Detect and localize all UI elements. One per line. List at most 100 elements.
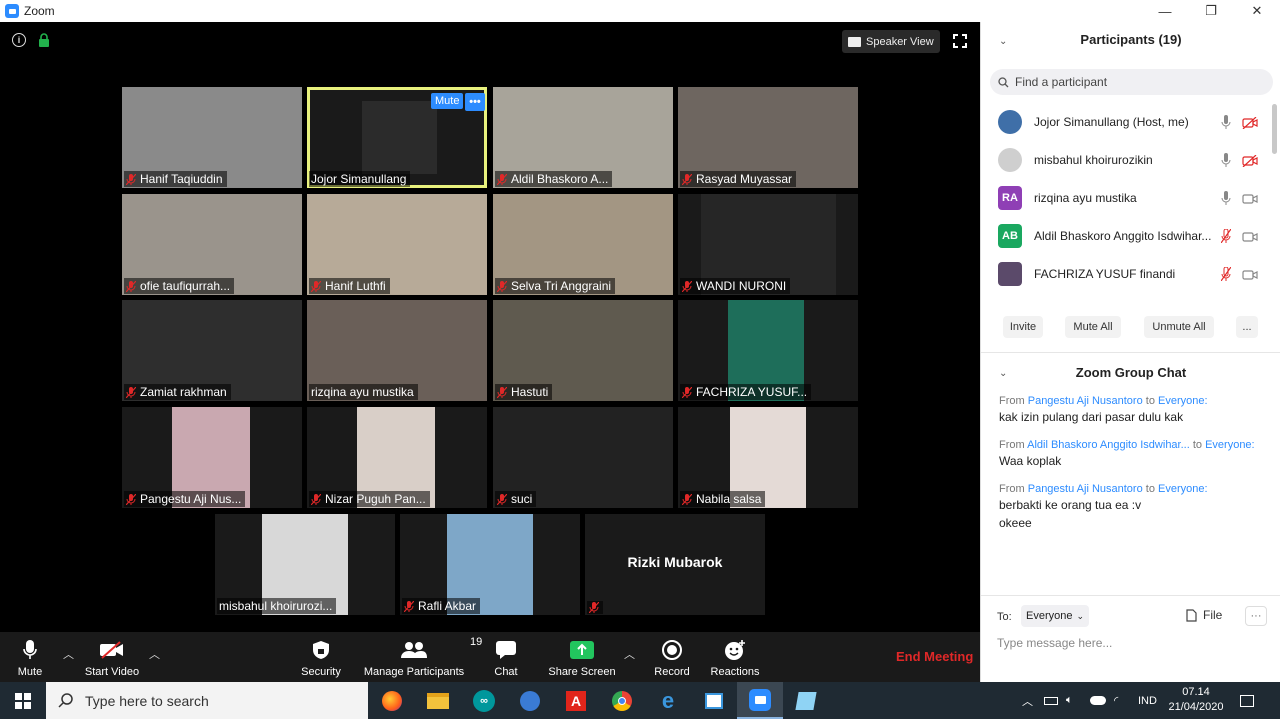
onedrive-cloud-icon[interactable] bbox=[1090, 682, 1106, 719]
minimize-button[interactable]: — bbox=[1142, 0, 1188, 22]
video-tile[interactable]: Nizar Puguh Pan... bbox=[307, 407, 487, 508]
microphone-muted-icon[interactable] bbox=[1220, 228, 1232, 244]
camera-icon[interactable] bbox=[1242, 230, 1258, 242]
participant-search-input[interactable]: Find a participant bbox=[990, 69, 1273, 95]
show-hidden-icons-chevron-icon[interactable]: ︿ bbox=[1022, 682, 1033, 719]
participant-row[interactable]: misbahul khoirurozikin bbox=[981, 141, 1271, 179]
video-tile[interactable]: Pangestu Aji Nus... bbox=[122, 407, 302, 508]
store-taskbar-icon[interactable] bbox=[691, 682, 737, 719]
chat-more-button[interactable]: ··· bbox=[1245, 606, 1267, 626]
video-tile[interactable]: Nabila salsa bbox=[678, 407, 858, 508]
chat-sender[interactable]: Pangestu Aji Nusantoro bbox=[1028, 483, 1146, 495]
video-tile[interactable]: Hanif Taqiuddin bbox=[122, 87, 302, 188]
tile-more-button[interactable]: ••• bbox=[465, 93, 485, 111]
manage-participants-button[interactable]: 19 Manage Participants bbox=[362, 632, 482, 682]
participants-more-button[interactable]: ... bbox=[1236, 316, 1258, 338]
camera-off-icon[interactable] bbox=[1242, 116, 1258, 130]
chat-meta-text: From bbox=[999, 439, 1028, 451]
video-tile[interactable]: Hanif Luthfi bbox=[307, 194, 487, 295]
reactions-button[interactable]: Reactions bbox=[708, 632, 762, 682]
photos-taskbar-icon[interactable] bbox=[783, 682, 829, 719]
microphone-icon[interactable] bbox=[1221, 191, 1231, 205]
video-tile[interactable]: suci bbox=[493, 407, 673, 508]
video-tile[interactable]: Rizki Mubarok bbox=[585, 514, 765, 615]
camera-icon[interactable] bbox=[1242, 268, 1258, 280]
file-button[interactable]: File bbox=[1186, 608, 1222, 622]
microphone-icon[interactable] bbox=[1221, 153, 1231, 167]
share-options-chevron-icon[interactable]: ︿ bbox=[624, 646, 635, 662]
video-tile[interactable]: Zamiat rakhman bbox=[122, 300, 302, 401]
firefox-taskbar-icon[interactable] bbox=[369, 682, 415, 719]
camera-icon[interactable] bbox=[1242, 192, 1258, 204]
acrobat-taskbar-icon[interactable]: A bbox=[553, 682, 599, 719]
end-meeting-button[interactable]: End Meeting bbox=[896, 649, 973, 664]
participant-list-scrollbar[interactable] bbox=[1272, 104, 1277, 154]
language-indicator[interactable]: IND bbox=[1138, 682, 1157, 719]
muted-mic-icon bbox=[682, 280, 692, 292]
meeting-info-icon[interactable]: i bbox=[12, 33, 26, 47]
taskbar-search-input[interactable]: Type here to search bbox=[46, 682, 368, 719]
edge-taskbar-icon[interactable]: e bbox=[645, 682, 691, 719]
close-button[interactable]: ✕ bbox=[1234, 0, 1280, 22]
chat-sender[interactable]: Pangestu Aji Nusantoro bbox=[1028, 395, 1146, 407]
file-icon bbox=[1186, 608, 1197, 622]
taskbar-clock[interactable]: 07.14 21/04/2020 bbox=[1166, 685, 1226, 715]
participant-row[interactable]: FACHRIZA YUSUF finandi bbox=[981, 255, 1271, 293]
chat-meta-text: From bbox=[999, 395, 1028, 407]
participant-name-label: Rafli Akbar bbox=[402, 598, 481, 614]
file-explorer-taskbar-icon[interactable] bbox=[415, 682, 461, 719]
participant-row[interactable]: AB Aldil Bhaskoro Anggito Isdwihar... bbox=[981, 217, 1271, 255]
share-screen-button[interactable]: Share Screen bbox=[548, 632, 616, 682]
chat-recipient[interactable]: Everyone: bbox=[1158, 395, 1208, 407]
video-options-chevron-icon[interactable]: ︿ bbox=[149, 646, 160, 662]
participant-name-label: FACHRIZA YUSUF... bbox=[680, 384, 812, 400]
video-tile[interactable]: Rafli Akbar bbox=[400, 514, 580, 615]
video-tile[interactable]: Jojor Simanullang Mute ••• bbox=[307, 87, 487, 188]
tile-mute-button[interactable]: Mute bbox=[431, 93, 464, 109]
video-tile[interactable]: Hastuti bbox=[493, 300, 673, 401]
participant-name-label: ofie taufiqurrah... bbox=[124, 278, 235, 294]
phone-app-taskbar-icon[interactable] bbox=[507, 682, 553, 719]
chat-message-input[interactable]: Type message here... bbox=[997, 636, 1112, 650]
participant-row[interactable]: Jojor Simanullang (Host, me) bbox=[981, 103, 1271, 141]
unmute-all-button[interactable]: Unmute All bbox=[1144, 316, 1214, 338]
video-tile[interactable]: Selva Tri Anggraini bbox=[493, 194, 673, 295]
chat-button[interactable]: Chat bbox=[488, 632, 524, 682]
start-button[interactable] bbox=[0, 682, 46, 719]
mute-all-button[interactable]: Mute All bbox=[1065, 316, 1121, 338]
wifi-icon[interactable]: ◜ bbox=[1114, 682, 1118, 719]
restore-button[interactable]: ❐ bbox=[1188, 0, 1234, 22]
camera-off-icon[interactable] bbox=[1242, 154, 1258, 168]
microphone-muted-icon[interactable] bbox=[1220, 266, 1232, 282]
volume-icon[interactable]: 🔈︎ bbox=[1066, 682, 1073, 719]
chat-recipient[interactable]: Everyone: bbox=[1158, 483, 1208, 495]
audio-options-chevron-icon[interactable]: ︿ bbox=[63, 646, 74, 662]
speaker-view-button[interactable]: Speaker View bbox=[842, 30, 940, 53]
start-video-button[interactable]: Start Video bbox=[80, 632, 144, 682]
chrome-taskbar-icon[interactable] bbox=[599, 682, 645, 719]
record-button[interactable]: Record bbox=[652, 632, 692, 682]
video-tile[interactable]: Rasyad Muyassar bbox=[678, 87, 858, 188]
mute-button[interactable]: Mute bbox=[12, 632, 48, 682]
encryption-lock-icon[interactable] bbox=[38, 33, 50, 47]
fullscreen-icon[interactable] bbox=[953, 34, 967, 48]
zoom-taskbar-icon[interactable] bbox=[737, 682, 783, 719]
invite-button[interactable]: Invite bbox=[1003, 316, 1043, 338]
recipient-select[interactable]: Everyone ⌄ bbox=[1021, 605, 1089, 627]
video-tile[interactable]: misbahul khoirurozi... bbox=[215, 514, 395, 615]
chat-recipient[interactable]: Everyone: bbox=[1205, 439, 1255, 451]
chat-sender[interactable]: Aldil Bhaskoro Anggito Isdwihar... bbox=[1027, 439, 1193, 451]
video-tile[interactable]: FACHRIZA YUSUF... bbox=[678, 300, 858, 401]
video-tile[interactable]: ofie taufiqurrah... bbox=[122, 194, 302, 295]
video-tile[interactable]: rizqina ayu mustika bbox=[307, 300, 487, 401]
chat-message-meta: From Pangestu Aji Nusantoro to Everyone: bbox=[999, 483, 1277, 495]
video-tile[interactable]: WANDI NURONI bbox=[678, 194, 858, 295]
muted-mic-icon bbox=[497, 173, 507, 185]
security-button[interactable]: Security bbox=[298, 632, 344, 682]
arduino-taskbar-icon[interactable]: ∞ bbox=[461, 682, 507, 719]
action-center-icon[interactable] bbox=[1240, 682, 1254, 719]
battery-icon[interactable] bbox=[1044, 682, 1058, 719]
microphone-icon[interactable] bbox=[1221, 115, 1231, 129]
participant-row[interactable]: RA rizqina ayu mustika bbox=[981, 179, 1271, 217]
video-tile[interactable]: Aldil Bhaskoro A... bbox=[493, 87, 673, 188]
